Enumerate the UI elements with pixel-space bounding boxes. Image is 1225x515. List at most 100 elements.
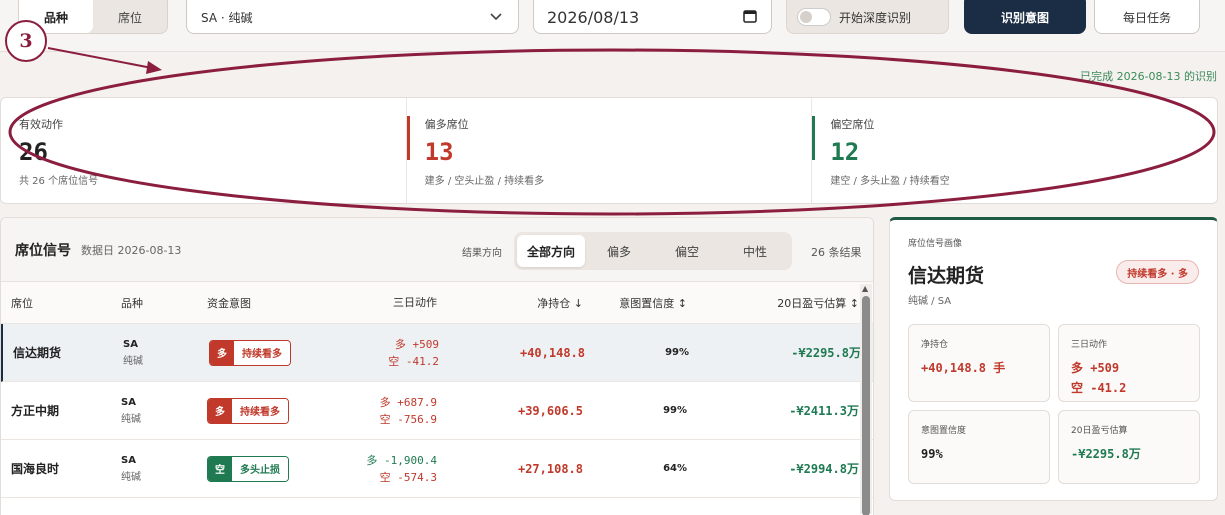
intent-cell: 多 持续看多 — [207, 397, 327, 424]
product-cell: SA 纯碱 — [121, 397, 207, 425]
stat-label: 偏空席位 — [830, 118, 875, 131]
confidence: 99% — [665, 347, 689, 358]
intent-text: 持续看多 — [234, 340, 290, 365]
pnl-estimate: -¥2411.3万 — [789, 404, 859, 418]
stat-sub: 共 26 个席位信号 — [19, 176, 99, 187]
product-select-value: SA · 纯碱 — [201, 10, 253, 25]
recognize-intent-button[interactable]: 识别意图 — [964, 0, 1086, 34]
three-day-cell: 多 +687.9 空 -756.9 — [327, 394, 437, 428]
product-select[interactable]: SA · 纯碱 — [186, 0, 519, 34]
panel-date: 数据日 2026-08-13 — [81, 243, 182, 257]
date-value: 2026/08/13 — [547, 7, 640, 27]
intent-tag: 多 持续看多 — [209, 339, 291, 366]
col-product: 品种 — [121, 296, 143, 310]
stat-sub: 建空 / 多头止盈 / 持续看空 — [830, 176, 950, 187]
mini-label: 三日动作 — [1071, 340, 1108, 350]
profile-kicker: 席位信号画像 — [908, 239, 963, 249]
filter-neutral[interactable]: 中性 — [721, 235, 789, 267]
stat-value: 13 — [424, 138, 454, 166]
pnl-estimate: -¥2994.8万 — [789, 462, 859, 476]
profile-badge: 持续看多 · 多 — [1116, 260, 1199, 284]
product-code: SA — [123, 338, 138, 350]
filter-long[interactable]: 偏多 — [585, 235, 653, 267]
intent-text: 持续看多 — [232, 398, 288, 423]
profile-net-card: 净持仓 +40,148.8 手 — [908, 324, 1050, 402]
table-row[interactable]: 信达期货 SA 纯碱 多 持续看多 多 +509 空 -41.2 +40,148… — [1, 324, 873, 382]
mini-value: -¥2295.8万 — [1071, 447, 1141, 461]
product-name: 纯碱 — [121, 471, 141, 483]
deep-toggle-label: 开始深度识别 — [839, 10, 912, 25]
annotation-marker: 3 — [5, 20, 47, 62]
mini-value-long: 多 +509 — [1071, 361, 1120, 375]
stat-label: 有效动作 — [19, 118, 63, 131]
mini-label: 净持仓 — [921, 340, 949, 350]
intent-key: 多 — [210, 340, 234, 365]
annotation-arrow-head — [146, 61, 162, 74]
col-pnl[interactable]: 20日盈亏估算 ↕ — [687, 295, 859, 311]
act-short: 空 -574.3 — [379, 470, 437, 484]
filter-all[interactable]: 全部方向 — [517, 235, 585, 267]
product-cell: SA 纯碱 — [123, 339, 209, 367]
product-code: SA — [121, 396, 136, 408]
stat-value: 26 — [19, 138, 48, 166]
seat-name: 国海良时 — [11, 462, 60, 476]
table-row[interactable]: 方正中期 SA 纯碱 多 持续看多 多 +687.9 空 -756.9 +39,… — [1, 382, 873, 440]
table-header: 席位 品种 资金意图 三日动作 净持仓 ↓ 意图置信度 ↕ 20日盈亏估算 ↕ — [1, 282, 873, 324]
col-three-day: 三日动作 — [393, 296, 437, 309]
scroll-thumb[interactable] — [862, 296, 870, 515]
profile-meta: 纯碱 / SA — [908, 296, 952, 307]
daily-task-button[interactable]: 每日任务 — [1094, 0, 1200, 34]
table-scrollbar[interactable]: ▲ — [860, 284, 872, 515]
direction-filter: 全部方向 偏多 偏空 中性 — [514, 232, 792, 270]
col-seat: 席位 — [11, 296, 33, 310]
profile-action-card: 三日动作 多 +509 空 -41.2 — [1058, 324, 1200, 402]
confidence: 99% — [663, 405, 687, 416]
stats-cards: 有效动作 26 共 26 个席位信号 偏多席位 13 建多 / 空头止盈 / 持… — [0, 97, 1218, 204]
act-short: 空 -41.2 — [388, 354, 439, 368]
calendar-icon[interactable] — [743, 8, 757, 27]
intent-key: 多 — [208, 398, 232, 423]
scroll-up-icon[interactable]: ▲ — [862, 284, 868, 293]
three-day-cell: 多 +509 空 -41.2 — [329, 336, 439, 370]
net-position: +27,108.8 — [517, 461, 583, 476]
col-net-position[interactable]: 净持仓 ↓ — [437, 295, 583, 311]
stat-sub: 建多 / 空头止盈 / 持续看多 — [424, 176, 545, 187]
net-position: +39,606.5 — [517, 403, 583, 418]
toggle-switch[interactable] — [797, 8, 831, 26]
intent-cell: 空 多头止损 — [207, 455, 327, 482]
mini-label: 意图置信度 — [921, 426, 967, 436]
col-intent: 资金意图 — [207, 296, 251, 310]
panel-header: 席位信号 数据日 2026-08-13 结果方向 全部方向 偏多 偏空 中性 2… — [1, 218, 873, 282]
pnl-estimate: -¥2295.8万 — [791, 346, 861, 360]
seat-name: 信达期货 — [13, 346, 62, 360]
product-cell: SA 纯碱 — [121, 455, 207, 483]
panel-title: 席位信号 — [15, 242, 71, 259]
deep-recognition-toggle[interactable]: 开始深度识别 — [786, 0, 949, 34]
act-long: 多 +509 — [394, 337, 439, 351]
mini-label: 20日盈亏估算 — [1071, 426, 1128, 436]
intent-key: 空 — [208, 456, 232, 481]
act-long: 多 -1,900.4 — [366, 453, 437, 467]
mini-value-short: 空 -41.2 — [1071, 381, 1127, 395]
profile-confidence-card: 意图置信度 99% — [908, 410, 1050, 484]
filter-short[interactable]: 偏空 — [653, 235, 721, 267]
seat-name: 方正中期 — [11, 404, 60, 418]
col-confidence[interactable]: 意图置信度 ↕ — [583, 295, 687, 311]
stat-label: 偏多席位 — [424, 118, 469, 131]
date-input[interactable]: 2026/08/13 — [533, 0, 772, 34]
tab-seat[interactable]: 席位 — [93, 0, 167, 33]
mini-value: +40,148.8 手 — [921, 361, 1006, 375]
mini-value: 99% — [921, 447, 943, 461]
stat-value: 12 — [830, 138, 860, 166]
net-position: +40,148.8 — [519, 345, 585, 360]
act-short: 空 -756.9 — [379, 412, 437, 426]
completion-status: 已完成 2026-08-13 的识别 — [1080, 70, 1217, 83]
intent-text: 多头止损 — [232, 456, 288, 481]
intent-tag: 空 多头止损 — [207, 455, 289, 482]
product-name: 纯碱 — [121, 413, 141, 425]
seat-profile-panel: 席位信号画像 信达期货 纯碱 / SA 持续看多 · 多 净持仓 +40,148… — [889, 217, 1218, 501]
stat-short-seats: 偏空席位 12 建空 / 多头止盈 / 持续看空 — [812, 98, 1217, 203]
table-row[interactable]: 国海良时 SA 纯碱 空 多头止损 多 -1,900.4 空 -574.3 +2… — [1, 440, 873, 498]
stat-long-seats: 偏多席位 13 建多 / 空头止盈 / 持续看多 — [406, 98, 813, 203]
seat-signal-panel: 席位信号 数据日 2026-08-13 结果方向 全部方向 偏多 偏空 中性 2… — [0, 217, 874, 515]
